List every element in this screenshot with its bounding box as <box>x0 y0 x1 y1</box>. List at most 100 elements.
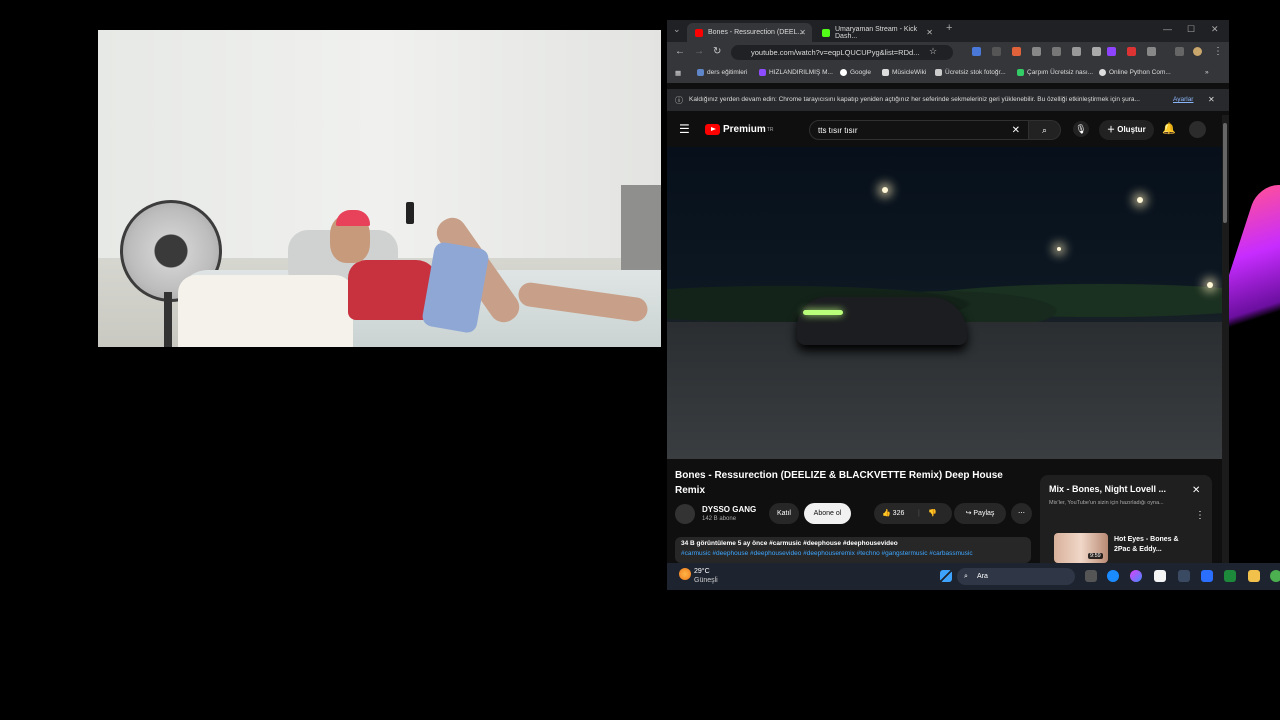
extension-icon[interactable] <box>1012 47 1021 56</box>
extension-icon[interactable] <box>992 47 1001 56</box>
join-button[interactable]: Katıl <box>769 503 799 524</box>
weather-sun-icon[interactable] <box>679 568 691 580</box>
minimize-icon[interactable]: — <box>1163 24 1172 34</box>
extension-icon[interactable] <box>1092 47 1101 56</box>
close-tab-icon[interactable]: ✕ <box>926 28 933 37</box>
youtube-premium-logo[interactable]: Premium TR <box>705 124 773 135</box>
close-mix-icon[interactable]: ✕ <box>1192 485 1200 496</box>
logo-text: Premium <box>723 124 766 135</box>
page-scrollbar[interactable] <box>1222 115 1229 563</box>
file-explorer-icon[interactable] <box>1248 570 1260 582</box>
forward-icon[interactable]: → <box>694 46 704 57</box>
extension-icon[interactable] <box>1072 47 1081 56</box>
webcam-person-cap <box>336 210 370 226</box>
like-count[interactable]: 326 <box>893 510 905 517</box>
dislike-icon[interactable]: 👎 <box>928 503 937 524</box>
bookmark-item[interactable]: Google <box>840 69 871 76</box>
bookmark-label: Çarpım Ücretsiz nası... <box>1027 69 1094 76</box>
video-title: Bones - Ressurection (DEELIZE & BLACKVET… <box>675 470 1003 496</box>
browser-toolbar: ← → ↻ youtube.com/watch?v=eqpLQUCUPyg&li… <box>667 42 1229 63</box>
video-player[interactable] <box>667 147 1222 459</box>
video-scene-car <box>797 297 967 345</box>
new-tab-button[interactable]: + <box>946 22 952 34</box>
close-window-icon[interactable]: ✕ <box>1211 24 1219 35</box>
extension-icon[interactable] <box>1127 47 1136 56</box>
menu-kebab-icon[interactable]: ⋮ <box>1213 46 1223 57</box>
search-icon: ⌕ <box>1041 125 1048 135</box>
scrollbar-thumb[interactable] <box>1223 123 1227 223</box>
tab-search-icon[interactable]: ⌄ <box>673 24 681 35</box>
video-scene-streetlight <box>1137 197 1143 203</box>
taskbar-search-label: Ara <box>977 573 988 580</box>
visual-studio-icon[interactable] <box>1201 570 1213 582</box>
tab-youtube[interactable]: Bones - Ressurection (DEEL... ✕ <box>687 23 812 42</box>
close-tab-icon[interactable]: ✕ <box>799 28 806 37</box>
task-view-icon[interactable] <box>1085 570 1097 582</box>
like-icon[interactable]: 👍 <box>882 510 893 517</box>
bookmark-item[interactable]: ders eğitimleri <box>697 69 747 76</box>
more-actions-icon[interactable]: ⋯ <box>1011 503 1032 524</box>
taskbar-search[interactable]: ⌕ Ara <box>957 568 1075 585</box>
apps-grid-icon[interactable]: ▦ <box>675 69 681 77</box>
address-bar[interactable]: youtube.com/watch?v=eqpLQUCUPyg&list=RDd… <box>731 45 953 60</box>
bookmark-item[interactable]: Online Python Com... <box>1099 69 1171 76</box>
video-scene-streetlight <box>882 187 888 193</box>
create-button[interactable]: ＋ Oluştur <box>1099 120 1154 140</box>
channel-name[interactable]: DYSSO GANG <box>702 505 756 514</box>
extension-icon[interactable] <box>1107 47 1116 56</box>
bookmark-item[interactable]: Çarpım Ücretsiz nası... <box>1017 69 1093 76</box>
extensions-puzzle-icon[interactable] <box>1147 47 1156 56</box>
reload-icon[interactable]: ↻ <box>713 46 721 57</box>
media-icon[interactable] <box>1175 47 1184 56</box>
extension-icon[interactable] <box>972 47 981 56</box>
notifications-bell-icon[interactable]: 🔔 <box>1162 122 1176 135</box>
microphone-icon[interactable]: 🎙 <box>1073 121 1089 137</box>
description-tags[interactable]: #carmusic #deephouse #deephousevideo #de… <box>681 549 1025 559</box>
share-button[interactable]: ↪ Paylaş <box>954 503 1006 524</box>
bookmark-label: Ücretsiz stok fotoğr... <box>945 69 1006 76</box>
store-icon[interactable] <box>1154 570 1166 582</box>
youtube-search-input[interactable]: tts tısır tısır ✕ <box>809 120 1029 140</box>
like-dislike-group: 👍 326 | 👎 <box>874 503 952 524</box>
start-windows-icon[interactable] <box>940 570 952 582</box>
tab-kick[interactable]: Umaryaman Stream - Kick Dash... ✕ <box>814 23 939 42</box>
more-bookmarks-icon[interactable]: » <box>1205 69 1209 76</box>
back-icon[interactable]: ← <box>675 46 685 57</box>
copilot-icon[interactable] <box>1130 570 1142 582</box>
hamburger-menu-icon[interactable]: ☰ <box>679 122 690 136</box>
tab-title: Umaryaman Stream - Kick Dash... <box>835 25 918 40</box>
profile-avatar[interactable] <box>1193 47 1202 56</box>
weather-temperature[interactable]: 29°C <box>694 568 710 575</box>
bookmark-item[interactable]: MüsicleWiki <box>882 69 926 76</box>
bookmark-item[interactable]: HIZLANDIRILMIŞ M... <box>759 69 833 76</box>
windows-taskbar: 29°C Güneşli ⌕ Ara <box>667 563 1280 590</box>
excel-icon[interactable] <box>1224 570 1236 582</box>
extension-icon[interactable] <box>1032 47 1041 56</box>
infobar-close-icon[interactable]: ✕ <box>1208 95 1215 104</box>
mix-item-title[interactable]: Hot Eyes - Bones & 2Pac & Eddy... <box>1114 535 1194 555</box>
create-label: Oluştur <box>1117 125 1146 134</box>
video-scene-headlight <box>803 310 843 315</box>
video-description[interactable]: 34 B görüntüleme 5 ay önce #carmusic #de… <box>675 537 1031 563</box>
infobar-settings-link[interactable]: Ayarlar <box>1173 96 1193 103</box>
bookmark-item[interactable]: Ücretsiz stok fotoğr... <box>935 69 1006 76</box>
mix-menu-icon[interactable]: ⋮ <box>1195 510 1205 521</box>
settings-gear-icon[interactable] <box>1178 570 1190 582</box>
account-avatar[interactable] <box>1189 121 1206 138</box>
info-icon: ⓘ <box>675 96 683 105</box>
weather-condition[interactable]: Güneşli <box>694 577 718 584</box>
infobar-text: Kaldığınız yerden devam edin: Chrome tar… <box>689 96 1140 103</box>
channel-avatar[interactable] <box>675 504 695 524</box>
bookmark-icon <box>882 69 889 76</box>
browser-titlebar: ⌄ Bones - Ressurection (DEEL... ✕ Umarya… <box>667 20 1229 42</box>
mix-title[interactable]: Mix - Bones, Night Lovell ... <box>1049 484 1166 494</box>
chrome-icon[interactable] <box>1270 570 1280 582</box>
google-icon <box>840 69 847 76</box>
clear-search-icon[interactable]: ✕ <box>1012 121 1020 141</box>
subscribe-button[interactable]: Abone ol <box>804 503 851 524</box>
bookmark-star-icon[interactable]: ☆ <box>929 46 937 57</box>
search-button[interactable]: ⌕ <box>1029 120 1061 140</box>
edge-icon[interactable] <box>1107 570 1119 582</box>
maximize-icon[interactable]: ☐ <box>1187 24 1195 35</box>
extension-icon[interactable] <box>1052 47 1061 56</box>
